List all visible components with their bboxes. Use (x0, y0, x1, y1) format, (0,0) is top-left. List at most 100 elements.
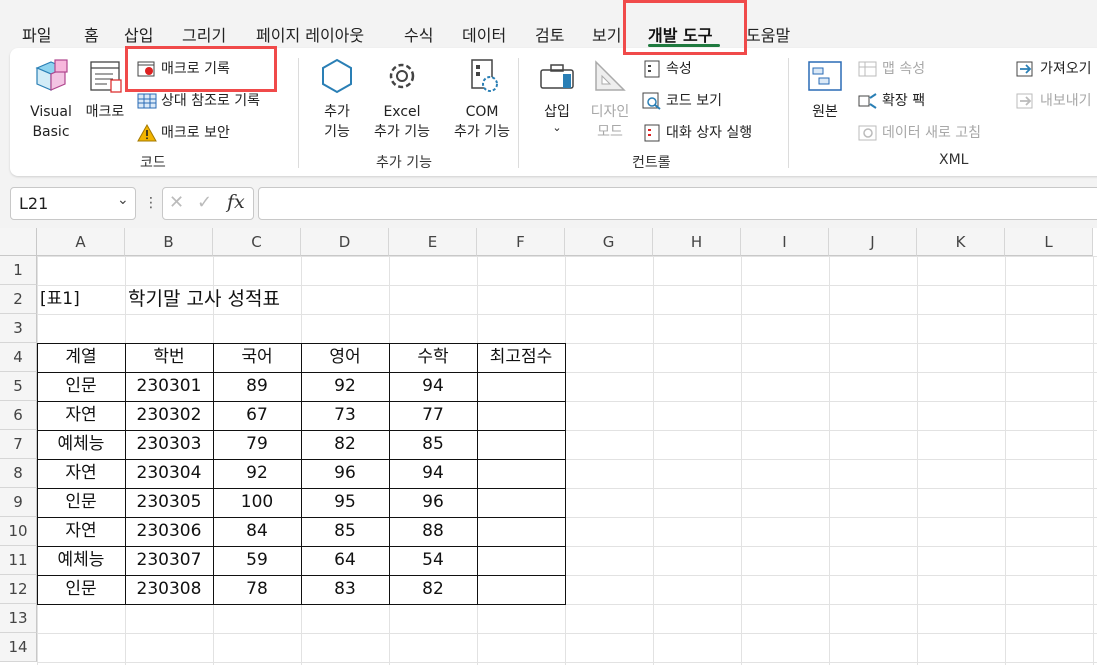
table-data-cell[interactable] (477, 517, 565, 546)
table-data-cell[interactable]: 92 (213, 459, 301, 488)
table-data-cell[interactable] (477, 372, 565, 401)
table-header-cell[interactable]: 영어 (301, 343, 389, 372)
more-options-icon[interactable]: ⋮ (144, 195, 158, 211)
table-data-cell[interactable]: 230308 (125, 575, 213, 604)
formula-input[interactable] (258, 187, 1097, 220)
table-header-cell[interactable]: 학번 (125, 343, 213, 372)
tab-view[interactable]: 보기 (592, 22, 621, 46)
table-data-cell[interactable]: 94 (389, 372, 477, 401)
table-data-cell[interactable] (477, 575, 565, 604)
column-header-f[interactable]: F (477, 228, 565, 256)
insert-function-icon[interactable]: fx (227, 191, 245, 213)
table-data-cell[interactable] (477, 488, 565, 517)
xml-source-button[interactable]: 원본 (802, 56, 848, 122)
table-data-cell[interactable]: 82 (389, 575, 477, 604)
column-header-h[interactable]: H (653, 228, 741, 256)
table-data-cell[interactable]: 인문 (37, 488, 125, 517)
table-data-cell[interactable]: 54 (389, 546, 477, 575)
row-header-1[interactable]: 1 (0, 256, 37, 285)
table-header-cell[interactable]: 국어 (213, 343, 301, 372)
table-data-cell[interactable]: 230301 (125, 372, 213, 401)
table-data-cell[interactable]: 100 (213, 488, 301, 517)
table-data-cell[interactable]: 인문 (37, 372, 125, 401)
table-data-cell[interactable]: 예체능 (37, 546, 125, 575)
table-data-cell[interactable]: 67 (213, 401, 301, 430)
row-header-8[interactable]: 8 (0, 459, 37, 488)
column-header-j[interactable]: J (829, 228, 917, 256)
addins-button[interactable]: 추가 기능 (314, 56, 360, 142)
table-header-cell[interactable]: 최고점수 (477, 343, 565, 372)
tab-page-layout[interactable]: 페이지 레이아웃 (256, 22, 364, 46)
properties-button[interactable]: 속성 (642, 57, 692, 81)
worksheet-grid[interactable]: A B C D E F G H I J K L 1 2 3 4 5 6 7 8 9 10 11 12 13 14 [표1] 학기말 고… (0, 228, 1097, 665)
chevron-down-icon[interactable]: ⌄ (117, 192, 129, 208)
table-data-cell[interactable] (477, 546, 565, 575)
tab-home[interactable]: 홈 (84, 22, 99, 46)
tab-formulas[interactable]: 수식 (404, 22, 433, 46)
table-data-cell[interactable]: 64 (301, 546, 389, 575)
row-header-3[interactable]: 3 (0, 314, 37, 343)
macro-security-button[interactable]: 매크로 보안 (137, 121, 230, 145)
relative-reference-button[interactable]: 상대 참조로 기록 (137, 89, 260, 113)
macro-button[interactable]: 매크로 (82, 56, 128, 122)
row-header-6[interactable]: 6 (0, 401, 37, 430)
import-button[interactable]: 가져오기 (1016, 57, 1092, 81)
row-header-11[interactable]: 11 (0, 546, 37, 575)
column-header-g[interactable]: G (565, 228, 653, 256)
table-data-cell[interactable]: 78 (213, 575, 301, 604)
table-data-cell[interactable]: 89 (213, 372, 301, 401)
tab-insert[interactable]: 삽입 (124, 22, 153, 46)
table-data-cell[interactable]: 83 (301, 575, 389, 604)
row-header-10[interactable]: 10 (0, 517, 37, 546)
expansion-packs-button[interactable]: 확장 팩 (858, 89, 925, 113)
table-data-cell[interactable]: 77 (389, 401, 477, 430)
visual-basic-button[interactable]: Visual Basic (22, 56, 80, 142)
tab-developer[interactable]: 개발 도구 (648, 22, 712, 46)
row-header-13[interactable]: 13 (0, 604, 37, 633)
confirm-icon[interactable]: ✓ (197, 192, 212, 213)
table-data-cell[interactable]: 230303 (125, 430, 213, 459)
table-data-cell[interactable]: 자연 (37, 517, 125, 546)
row-header-12[interactable]: 12 (0, 575, 37, 604)
table-data-cell[interactable]: 85 (389, 430, 477, 459)
column-header-e[interactable]: E (389, 228, 477, 256)
map-properties-button[interactable]: 맵 속성 (858, 57, 925, 81)
select-all-corner[interactable] (0, 228, 37, 256)
table-header-cell[interactable]: 수학 (389, 343, 477, 372)
table-data-cell[interactable]: 230302 (125, 401, 213, 430)
column-header-a[interactable]: A (37, 228, 125, 256)
column-header-b[interactable]: B (125, 228, 213, 256)
table-data-cell[interactable]: 230306 (125, 517, 213, 546)
column-header-l[interactable]: L (1005, 228, 1093, 256)
refresh-data-button[interactable]: 데이터 새로 고침 (858, 121, 981, 145)
table-data-cell[interactable]: 82 (301, 430, 389, 459)
tab-draw[interactable]: 그리기 (182, 22, 226, 46)
table-data-cell[interactable]: 인문 (37, 575, 125, 604)
table-data-cell[interactable]: 230307 (125, 546, 213, 575)
row-header-2[interactable]: 2 (0, 285, 37, 314)
table-data-cell[interactable]: 79 (213, 430, 301, 459)
table-data-cell[interactable]: 94 (389, 459, 477, 488)
tab-help[interactable]: 도움말 (746, 22, 790, 46)
record-macro-button[interactable]: 매크로 기록 (137, 57, 230, 81)
run-dialog-button[interactable]: 대화 상자 실행 (642, 121, 752, 145)
row-header-9[interactable]: 9 (0, 488, 37, 517)
column-header-k[interactable]: K (917, 228, 1005, 256)
tab-data[interactable]: 데이터 (462, 22, 506, 46)
table-label-cell[interactable]: [표1] (37, 285, 125, 314)
tab-file[interactable]: 파일 (22, 22, 51, 46)
sheet-title-cell[interactable]: 학기말 고사 성적표 (125, 285, 385, 314)
row-header-14[interactable]: 14 (0, 633, 37, 662)
insert-control-button[interactable]: 삽입 ⌄ (534, 56, 580, 134)
cancel-icon[interactable]: ✕ (169, 192, 184, 213)
table-data-cell[interactable]: 59 (213, 546, 301, 575)
tab-review[interactable]: 검토 (535, 22, 564, 46)
table-data-cell[interactable]: 예체능 (37, 430, 125, 459)
table-data-cell[interactable] (477, 430, 565, 459)
row-header-4[interactable]: 4 (0, 343, 37, 372)
excel-addins-button[interactable]: Excel 추가 기능 (362, 56, 442, 142)
table-data-cell[interactable]: 85 (301, 517, 389, 546)
column-header-c[interactable]: C (213, 228, 301, 256)
table-data-cell[interactable]: 96 (301, 459, 389, 488)
table-data-cell[interactable]: 88 (389, 517, 477, 546)
